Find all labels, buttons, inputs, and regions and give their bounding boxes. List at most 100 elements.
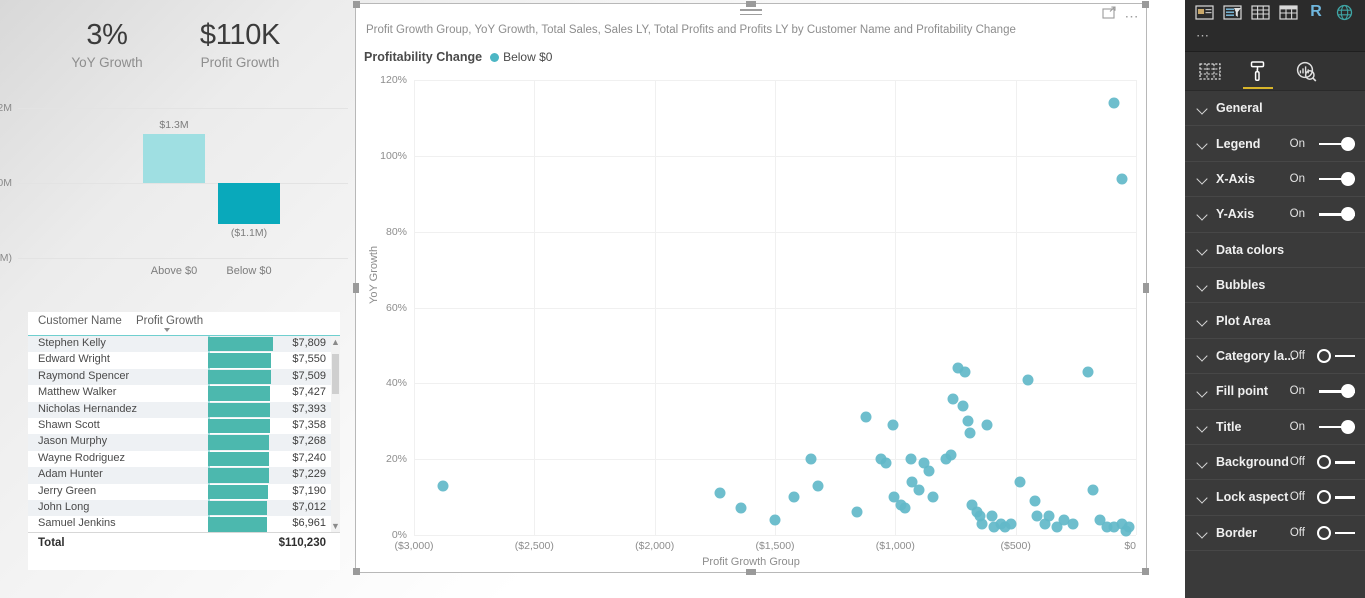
legend-item-below-0[interactable]: Below $0 — [490, 50, 552, 64]
scatter-point[interactable] — [1087, 484, 1099, 495]
chevron-down-icon[interactable] — [1196, 456, 1209, 469]
more-visuals-icon[interactable]: ⋯ — [1196, 28, 1211, 44]
scatter-point[interactable] — [769, 514, 781, 526]
table-scrollbar[interactable]: ▲ ▼ — [331, 336, 340, 532]
format-section-general[interactable]: General — [1185, 91, 1365, 127]
analytics-tab[interactable] — [1293, 57, 1319, 85]
scatter-point[interactable] — [962, 415, 974, 427]
table-row[interactable]: John Long $7,012 — [28, 499, 340, 517]
scatter-point[interactable] — [899, 502, 911, 514]
toggle-knob[interactable] — [1317, 455, 1331, 470]
scatter-point[interactable] — [714, 487, 726, 499]
column-header-customer-name[interactable]: Customer Name — [38, 315, 122, 327]
chevron-down-icon[interactable] — [1196, 243, 1209, 256]
scatter-point[interactable] — [887, 419, 899, 431]
scatter-plot-area[interactable]: 0% 20% 40% 60% 80% 100% 120% ($3,000) ($2,500) ($… — [380, 74, 1137, 552]
resize-handle-top-right[interactable] — [1142, 1, 1149, 8]
scatter-point[interactable] — [1116, 173, 1128, 185]
format-section-plot-area[interactable]: Plot Area — [1185, 303, 1365, 339]
toggle-knob[interactable] — [1341, 171, 1355, 186]
format-section-background[interactable]: Background Off — [1185, 445, 1365, 481]
table-row[interactable]: Nicholas Hernandez $7,393 — [28, 401, 340, 418]
scatter-point[interactable] — [986, 510, 998, 522]
format-section-data-colors[interactable]: Data colors — [1185, 233, 1365, 268]
scatter-point[interactable] — [1123, 521, 1135, 533]
scatter-point[interactable] — [437, 480, 449, 492]
chevron-down-icon[interactable] — [1196, 137, 1209, 150]
table-row[interactable]: Raymond Spencer $7,509 — [28, 368, 340, 386]
scatter-point[interactable] — [959, 366, 971, 378]
toggle-knob[interactable] — [1317, 348, 1331, 363]
format-section-legend[interactable]: Legend On — [1185, 126, 1365, 162]
table-icon[interactable] — [1249, 2, 1271, 22]
table-row[interactable]: Matthew Walker $7,427 — [28, 385, 340, 402]
scrollbar-thumb[interactable] — [332, 354, 339, 394]
table-row[interactable]: Samuel Jenkins $6,961 — [28, 516, 340, 532]
toggle-switch[interactable] — [1311, 525, 1355, 541]
scatter-point[interactable] — [1067, 518, 1079, 530]
matrix-icon[interactable] — [1277, 2, 1299, 22]
scroll-up-icon[interactable]: ▲ — [331, 336, 340, 348]
scatter-point[interactable] — [981, 419, 993, 431]
focus-mode-icon[interactable] — [1101, 6, 1116, 25]
toggle-knob[interactable] — [1317, 525, 1331, 540]
toggle-switch[interactable] — [1311, 383, 1355, 399]
resize-handle-right[interactable] — [1143, 283, 1149, 293]
scroll-down-icon[interactable]: ▼ — [331, 520, 340, 532]
toggle-switch[interactable] — [1311, 136, 1355, 152]
kpi-card-profit-growth[interactable]: $110K Profit Growth — [165, 18, 315, 71]
resize-handle-top[interactable] — [746, 1, 756, 7]
resize-handle-top-left[interactable] — [353, 1, 360, 8]
table-row[interactable]: Wayne Rodriguez $7,240 — [28, 450, 340, 468]
table-row[interactable]: Stephen Kelly $7,809 — [28, 336, 340, 353]
r-script-icon[interactable]: R — [1305, 2, 1327, 22]
scatter-point[interactable] — [1043, 510, 1055, 522]
table-row[interactable]: Adam Hunter $7,229 — [28, 467, 340, 484]
chevron-down-icon[interactable] — [1196, 279, 1209, 292]
profit-group-column-chart[interactable]: $2M$0M($2M)$1.3MAbove $0($1.1M)Below $0 — [0, 102, 348, 293]
fields-tab[interactable] — [1197, 57, 1223, 85]
scatter-point[interactable] — [812, 480, 824, 492]
scatter-point[interactable] — [905, 453, 917, 465]
scatter-point[interactable] — [1082, 366, 1094, 378]
toggle-switch[interactable] — [1311, 489, 1355, 505]
toggle-knob[interactable] — [1317, 490, 1331, 505]
resize-handle-bottom-right[interactable] — [1142, 568, 1149, 575]
table-row[interactable]: Jerry Green $7,190 — [28, 483, 340, 500]
scatter-point[interactable] — [735, 502, 747, 514]
format-section-category-la[interactable]: Category la... Off — [1185, 339, 1365, 375]
chevron-down-icon[interactable] — [1196, 349, 1209, 362]
column-bar[interactable] — [143, 134, 205, 183]
toggle-knob[interactable] — [1341, 384, 1355, 399]
table-row[interactable]: Shawn Scott $7,358 — [28, 417, 340, 435]
toggle-switch[interactable] — [1311, 348, 1355, 364]
scatter-point[interactable] — [913, 484, 925, 495]
scatter-point[interactable] — [851, 506, 863, 518]
toggle-switch[interactable] — [1311, 419, 1355, 435]
format-section-y-axis[interactable]: Y-Axis On — [1185, 197, 1365, 233]
format-section-border[interactable]: Border Off — [1185, 516, 1365, 552]
drag-grip-icon[interactable] — [740, 9, 762, 18]
scatter-point[interactable] — [947, 393, 959, 404]
customer-profit-growth-table[interactable]: Customer Name Profit Growth Stephen Kell… — [28, 312, 340, 570]
format-section-title[interactable]: Title On — [1185, 410, 1365, 445]
format-tab[interactable] — [1243, 57, 1273, 89]
scatter-point[interactable] — [1014, 476, 1026, 488]
scatter-point[interactable] — [1029, 495, 1041, 507]
chevron-down-icon[interactable] — [1196, 385, 1209, 398]
column-bar[interactable] — [218, 183, 280, 225]
more-options-icon[interactable]: ⋯ — [1125, 9, 1141, 23]
scatter-point[interactable] — [957, 400, 969, 412]
table-row[interactable]: Edward Wright $7,550 — [28, 352, 340, 369]
toggle-knob[interactable] — [1341, 207, 1355, 222]
scatter-point[interactable] — [860, 411, 872, 423]
toggle-knob[interactable] — [1341, 419, 1355, 434]
resize-handle-bottom[interactable] — [746, 569, 756, 575]
scatter-point[interactable] — [1022, 374, 1034, 386]
chevron-down-icon[interactable] — [1196, 172, 1209, 185]
slicer-icon[interactable] — [1221, 2, 1243, 22]
toggle-switch[interactable] — [1311, 206, 1355, 222]
scatter-point[interactable] — [976, 518, 988, 530]
chevron-down-icon[interactable] — [1196, 208, 1209, 221]
scatter-point[interactable] — [927, 491, 939, 503]
